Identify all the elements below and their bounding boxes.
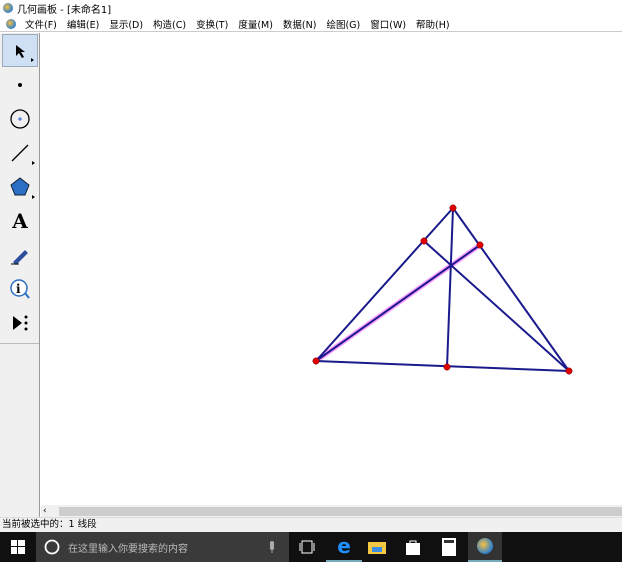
- segment-median-c[interactable]: [423, 240, 570, 372]
- menu-display[interactable]: 显示(D): [104, 17, 148, 31]
- taskbar: 在这里输入你要搜索的内容 e: [0, 532, 622, 562]
- compass-tool[interactable]: [2, 102, 38, 135]
- menu-transform[interactable]: 变换(T): [191, 17, 233, 31]
- sketchpad-taskbar-button[interactable]: [468, 532, 502, 562]
- segment-ac[interactable]: [452, 207, 570, 372]
- point-a[interactable]: [449, 204, 457, 212]
- calculator-icon: [442, 538, 456, 556]
- sketch-canvas[interactable]: [41, 33, 622, 505]
- arrow-select-tool[interactable]: [2, 34, 38, 67]
- menu-graph[interactable]: 绘图(G): [321, 17, 365, 31]
- segment-median-a[interactable]: [446, 207, 454, 368]
- sketch-drawing[interactable]: [41, 33, 622, 505]
- toolbox: A i: [0, 33, 40, 517]
- svg-text:i: i: [16, 282, 21, 296]
- taskbar-search[interactable]: 在这里输入你要搜索的内容: [36, 532, 289, 562]
- menu-edit[interactable]: 编辑(E): [62, 17, 104, 31]
- scrollbar-thumb[interactable]: [58, 506, 622, 516]
- point-midpoint-ac[interactable]: [476, 241, 484, 249]
- store-button[interactable]: [395, 532, 431, 562]
- menu-data[interactable]: 数据(N): [278, 17, 322, 31]
- document-icon[interactable]: [6, 18, 16, 29]
- menu-construct[interactable]: 构造(C): [148, 17, 191, 31]
- start-button[interactable]: [0, 532, 36, 562]
- task-view-button[interactable]: [289, 532, 325, 562]
- point-c[interactable]: [565, 367, 573, 375]
- title-bar: 几何画板 - [未命名1]: [0, 0, 622, 16]
- edge-button[interactable]: e: [326, 532, 362, 562]
- edge-icon: e: [337, 534, 351, 558]
- folder-icon: [368, 542, 386, 554]
- marker-tool[interactable]: [2, 238, 38, 271]
- custom-tools-icon: [13, 315, 28, 330]
- text-tool[interactable]: A: [2, 204, 38, 237]
- search-placeholder: 在这里输入你要搜索的内容: [68, 543, 188, 555]
- polygon-icon: [10, 176, 30, 195]
- file-explorer-button[interactable]: [359, 532, 395, 562]
- calculator-button[interactable]: [431, 532, 467, 562]
- window-title: 几何画板 - [未命名1]: [17, 4, 112, 16]
- text-icon: A: [12, 208, 28, 233]
- segment-ab[interactable]: [315, 207, 454, 362]
- straightedge-tool[interactable]: [2, 136, 38, 169]
- point-icon: [18, 82, 22, 87]
- windows-icon: [11, 540, 25, 554]
- cortana-icon: [44, 539, 60, 555]
- segment-bc[interactable]: [315, 360, 570, 372]
- task-view-icon: [299, 540, 315, 554]
- menu-measure[interactable]: 度量(M): [233, 17, 278, 31]
- menu-bar: 文件(F) 编辑(E) 显示(D) 构造(C) 变换(T) 度量(M) 数据(N…: [0, 16, 622, 32]
- polygon-tool[interactable]: [2, 170, 38, 203]
- scroll-left-icon[interactable]: ‹: [41, 506, 47, 516]
- point-midpoint-ab[interactable]: [420, 237, 428, 245]
- toolbox-divider: [0, 343, 39, 344]
- info-icon: i: [10, 278, 30, 299]
- information-tool[interactable]: i: [2, 272, 38, 305]
- store-icon: [406, 540, 420, 555]
- point-b[interactable]: [312, 357, 320, 365]
- horizontal-scrollbar[interactable]: ‹: [41, 505, 622, 517]
- sketchpad-icon: [477, 538, 493, 554]
- point-tool[interactable]: [2, 68, 38, 101]
- circle-icon: [10, 108, 30, 129]
- line-icon: [11, 144, 29, 161]
- microphone-icon[interactable]: [267, 540, 277, 554]
- custom-tool[interactable]: [2, 306, 38, 339]
- pen-icon: [11, 249, 28, 265]
- menu-window[interactable]: 窗口(W): [365, 17, 411, 31]
- status-bar: 当前被选中的：1 线段: [0, 517, 622, 532]
- point-midpoint-bc[interactable]: [443, 363, 451, 371]
- app-icon: [3, 3, 13, 13]
- arrow-icon: [16, 44, 25, 58]
- menu-help[interactable]: 帮助(H): [411, 17, 455, 31]
- segment-median-b-selected[interactable]: [315, 244, 481, 362]
- menu-file[interactable]: 文件(F): [20, 17, 62, 31]
